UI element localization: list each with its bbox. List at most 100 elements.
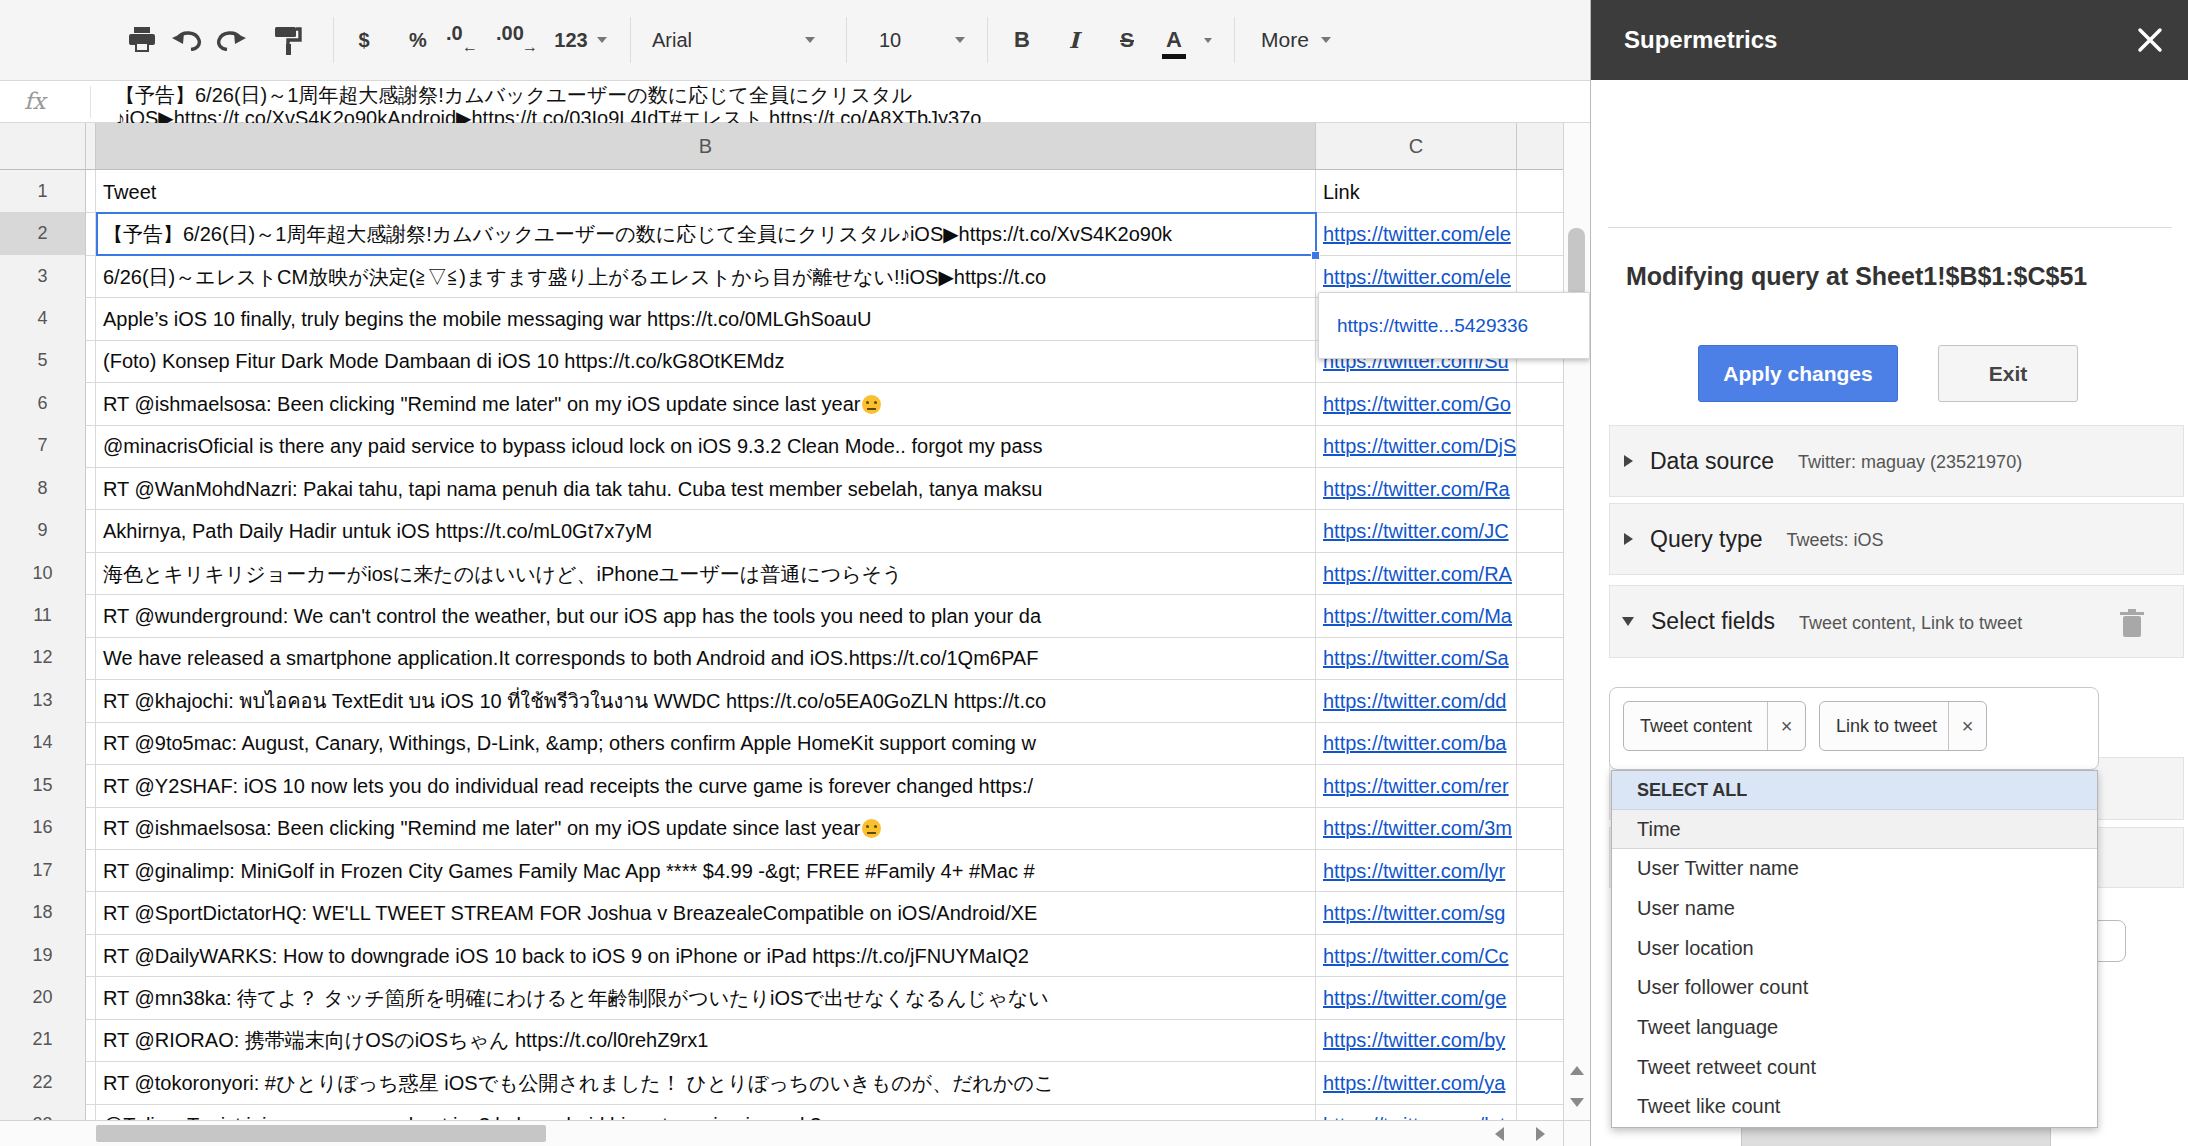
cell-d16[interactable] — [1517, 807, 1563, 850]
row-header-21[interactable]: 21 — [0, 1019, 86, 1062]
row-header-14[interactable]: 14 — [0, 722, 86, 765]
cell-a7[interactable] — [86, 425, 96, 468]
column-header-b[interactable]: B — [96, 123, 1316, 170]
cell-b8[interactable]: RT @WanMohdNazri: Pakai tahu, tapi nama … — [96, 467, 1316, 510]
row-header-15[interactable]: 15 — [0, 764, 86, 807]
field-option-user-follower-count[interactable]: User follower count — [1612, 968, 2097, 1008]
cell-b19[interactable]: RT @DailyWARKS: How to downgrade iOS 10 … — [96, 934, 1316, 977]
horizontal-scrollbar[interactable] — [0, 1120, 1563, 1146]
row-header-2[interactable]: 2 — [0, 212, 86, 255]
cell-b13[interactable]: RT @khajochi: พบไอคอน TextEdit บน iOS 10… — [96, 679, 1316, 722]
cell-b15[interactable]: RT @Y2SHAF: iOS 10 now lets you do indiv… — [96, 764, 1316, 807]
cell-d15[interactable] — [1517, 764, 1563, 807]
row-header-20[interactable]: 20 — [0, 976, 86, 1019]
cell-b22[interactable]: RT @tokoronyori: #ひとりぼっち惑星 iOSでも公開されました！… — [96, 1061, 1316, 1104]
cell-c6[interactable]: https://twitter.com/Go — [1316, 382, 1517, 425]
cell-b5[interactable]: (Foto) Konsep Fitur Dark Mode Dambaan di… — [96, 340, 1316, 383]
cell-c19[interactable]: https://twitter.com/Cc — [1316, 934, 1517, 977]
column-header-a[interactable] — [86, 123, 96, 170]
scroll-up-icon[interactable] — [1570, 1066, 1584, 1075]
scroll-right-icon[interactable] — [1536, 1127, 1545, 1141]
decrease-decimals-button[interactable]: .0 ← — [440, 0, 480, 80]
cell-b3[interactable]: 6/26(日)～エレストCM放映が決定(≧▽≦)ますます盛り上がるエレストから目… — [96, 255, 1316, 298]
font-size-select[interactable]: 10 — [870, 0, 910, 80]
cell-d7[interactable] — [1517, 425, 1563, 468]
cell-b6[interactable]: RT @ishmaelsosa: Been clicking "Remind m… — [96, 382, 1316, 425]
number-format-button[interactable]: 123 — [548, 0, 594, 80]
cell-c17[interactable]: https://twitter.com/lyr — [1316, 849, 1517, 892]
more-caret[interactable] — [1320, 0, 1332, 80]
row-header-1[interactable]: 1 — [0, 170, 86, 213]
cell-d20[interactable] — [1517, 976, 1563, 1019]
vertical-scrollbar[interactable] — [1563, 123, 1590, 1120]
trash-icon[interactable] — [2119, 608, 2145, 638]
italic-button[interactable]: I — [1058, 0, 1090, 80]
field-option-tweet-like-count[interactable]: Tweet like count — [1612, 1087, 2097, 1127]
undo-button[interactable] — [170, 0, 206, 80]
section-query-type[interactable]: Query type Tweets: iOS — [1609, 503, 2184, 575]
cell-d13[interactable] — [1517, 679, 1563, 722]
strikethrough-button[interactable]: S — [1110, 0, 1144, 80]
paint-format-button[interactable] — [270, 0, 306, 80]
cell-a13[interactable] — [86, 679, 96, 722]
hidden-bottom-button[interactable] — [1741, 1126, 2051, 1146]
row-header-19[interactable]: 19 — [0, 934, 86, 977]
cell-b12[interactable]: We have released a smartphone applicatio… — [96, 637, 1316, 680]
cell-d10[interactable] — [1517, 552, 1563, 595]
cell-a6[interactable] — [86, 382, 96, 425]
cell-d6[interactable] — [1517, 382, 1563, 425]
row-header-5[interactable]: 5 — [0, 340, 86, 383]
cell-a19[interactable] — [86, 934, 96, 977]
cell-a12[interactable] — [86, 637, 96, 680]
cell-c11[interactable]: https://twitter.com/Ma — [1316, 594, 1517, 637]
cell-c1[interactable]: Link — [1316, 170, 1517, 213]
cell-c20[interactable]: https://twitter.com/ge — [1316, 976, 1517, 1019]
redo-button[interactable] — [212, 0, 248, 80]
cell-c12[interactable]: https://twitter.com/Sa — [1316, 637, 1517, 680]
cell-a5[interactable] — [86, 340, 96, 383]
exit-button[interactable]: Exit — [1938, 345, 2078, 402]
font-size-caret[interactable] — [954, 0, 966, 80]
row-header-18[interactable]: 18 — [0, 891, 86, 934]
cell-d12[interactable] — [1517, 637, 1563, 680]
cell-c22[interactable]: https://twitter.com/ya — [1316, 1061, 1517, 1104]
fill-handle[interactable] — [1311, 251, 1320, 260]
cell-d9[interactable] — [1517, 509, 1563, 552]
cell-b10[interactable]: 海色とキリキリジョーカーがiosに来たのはいいけど、iPhoneユーザーは普通に… — [96, 552, 1316, 595]
row-header-16[interactable]: 16 — [0, 807, 86, 850]
cell-d14[interactable] — [1517, 722, 1563, 765]
cell-a22[interactable] — [86, 1061, 96, 1104]
field-option-user-name[interactable]: User name — [1612, 889, 2097, 929]
select-all-corner[interactable] — [0, 123, 86, 170]
row-header-9[interactable]: 9 — [0, 509, 86, 552]
remove-chip-icon[interactable]: × — [1948, 702, 1986, 750]
cell-d22[interactable] — [1517, 1061, 1563, 1104]
cell-a10[interactable] — [86, 552, 96, 595]
cell-b4[interactable]: Apple’s iOS 10 finally, truly begins the… — [96, 297, 1316, 340]
cell-b11[interactable]: RT @wunderground: We can't control the w… — [96, 594, 1316, 637]
cell-b17[interactable]: RT @ginalimp: MiniGolf in Frozen City Ga… — [96, 849, 1316, 892]
column-header-d[interactable] — [1517, 123, 1563, 170]
cell-b16[interactable]: RT @ishmaelsosa: Been clicking "Remind m… — [96, 807, 1316, 850]
field-option-time[interactable]: Time — [1612, 810, 2097, 849]
cell-b9[interactable]: Akhirnya, Path Daily Hadir untuk iOS htt… — [96, 509, 1316, 552]
cell-a2[interactable] — [86, 212, 96, 255]
cell-d2[interactable] — [1517, 212, 1563, 255]
scroll-left-icon[interactable] — [1495, 1127, 1504, 1141]
cell-b20[interactable]: RT @mn38ka: 待てよ？ タッチ箇所を明確にわけると年齢制限がついたりi… — [96, 976, 1316, 1019]
field-option-user-twitter-name[interactable]: User Twitter name — [1612, 849, 2097, 889]
field-option-tweet-retweet-count[interactable]: Tweet retweet count — [1612, 1047, 2097, 1087]
cell-d1[interactable] — [1517, 170, 1563, 213]
link-tooltip-url[interactable]: https://twitte...5429336 — [1337, 315, 1528, 337]
column-header-c[interactable]: C — [1316, 123, 1517, 170]
cell-a1[interactable] — [86, 170, 96, 213]
cell-c21[interactable]: https://twitter.com/by — [1316, 1019, 1517, 1062]
cell-c10[interactable]: https://twitter.com/RA — [1316, 552, 1517, 595]
text-color-caret[interactable] — [1202, 0, 1214, 80]
cell-a4[interactable] — [86, 297, 96, 340]
cell-c8[interactable]: https://twitter.com/Ra — [1316, 467, 1517, 510]
cell-c14[interactable]: https://twitter.com/ba — [1316, 722, 1517, 765]
cell-a15[interactable] — [86, 764, 96, 807]
cell-c15[interactable]: https://twitter.com/rer — [1316, 764, 1517, 807]
row-header-3[interactable]: 3 — [0, 255, 86, 298]
